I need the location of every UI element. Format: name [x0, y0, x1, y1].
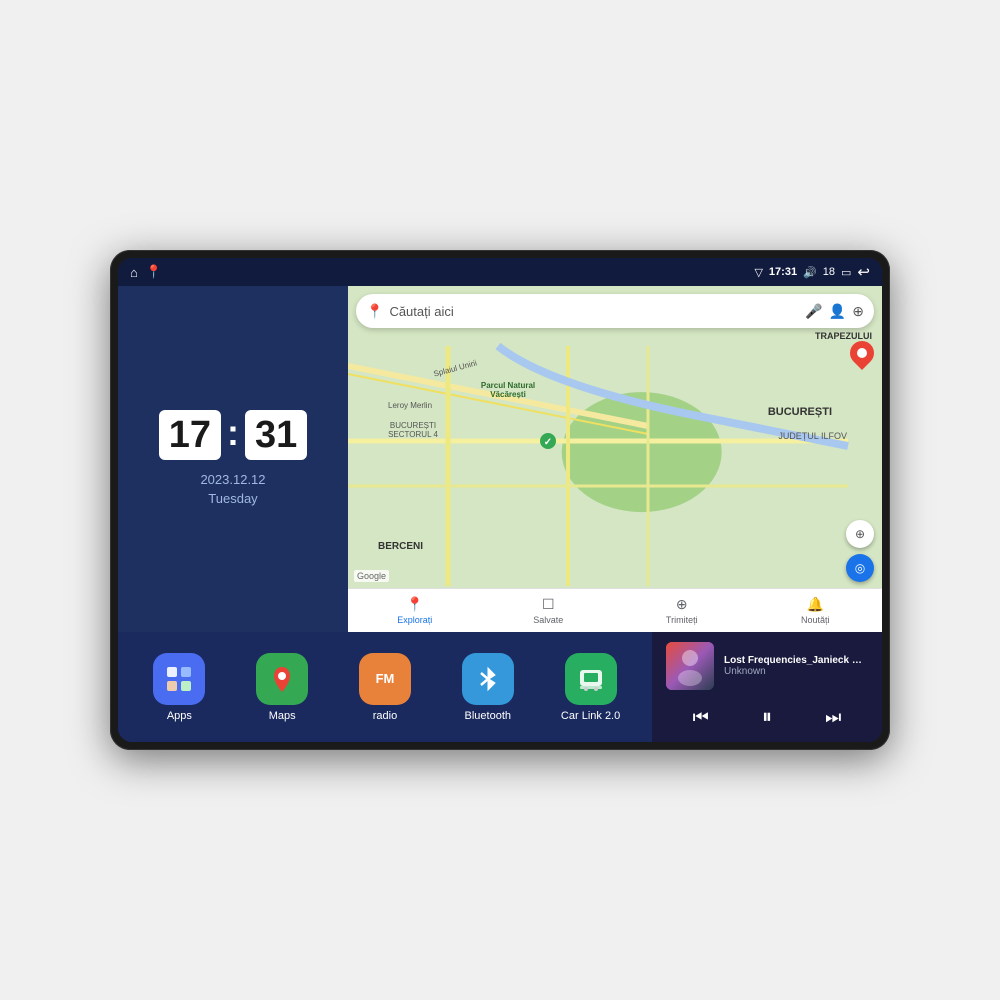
apps-label: Apps	[167, 710, 192, 722]
map-leroy-label: Leroy Merlin	[388, 401, 432, 410]
map-search-placeholder: Căutați aici	[389, 304, 799, 319]
map-search-actions: 🎤 👤 ⊕	[805, 303, 864, 320]
music-panel: Lost Frequencies_Janieck Devy-... Unknow…	[652, 632, 882, 742]
svg-text:✓: ✓	[544, 437, 552, 448]
carlink-icon-wrapper	[565, 653, 617, 705]
bottom-section: Apps Maps FM radio	[118, 632, 882, 742]
app-icon-maps[interactable]: Maps	[247, 653, 317, 722]
music-controls: ⏮ ⏸ ⏭	[666, 698, 868, 737]
noutati-label: Noutăți	[801, 615, 830, 625]
clock-display: 17 : 31	[159, 410, 308, 460]
music-artist: Unknown	[724, 666, 868, 677]
bluetooth-label: Bluetooth	[465, 710, 511, 722]
google-logo: Google	[354, 570, 389, 582]
mic-icon[interactable]: 🎤	[805, 303, 822, 320]
map-bucuresti-label: BUCUREȘTI	[768, 406, 832, 418]
salvate-label: Salvate	[533, 615, 563, 625]
main-content-area: 17 : 31 2023.12.12 Tuesday	[118, 286, 882, 742]
map-nav-noutati[interactable]: 🔔 Noutăți	[749, 589, 883, 632]
status-right-info: ▽ 17:31 🔊 18 ▭ ↩	[754, 263, 870, 281]
device-frame: ⌂ 📍 ▽ 17:31 🔊 18 ▭ ↩ 17 :	[110, 250, 890, 750]
bluetooth-icon-wrapper	[462, 653, 514, 705]
map-nav-salvate[interactable]: ☐ Salvate	[482, 589, 616, 632]
device-screen: ⌂ 📍 ▽ 17:31 🔊 18 ▭ ↩ 17 :	[118, 258, 882, 742]
music-next-button[interactable]: ⏭	[817, 703, 849, 732]
maps-label: Maps	[269, 710, 296, 722]
radio-icon-wrapper: FM	[359, 653, 411, 705]
carlink-label: Car Link 2.0	[561, 710, 620, 722]
map-panel[interactable]: ✓ UZANA TRAPEZULUI BERCENI BUCUREȘTI JUD…	[348, 286, 882, 632]
signal-icon: ▽	[754, 266, 762, 279]
account-icon[interactable]: 👤	[829, 303, 846, 320]
map-nav-trimiteti[interactable]: ⊕ Trimiteți	[615, 589, 749, 632]
status-bar: ⌂ 📍 ▽ 17:31 🔊 18 ▭ ↩	[118, 258, 882, 286]
map-ilfov-label: JUDEȚUL ILFOV	[778, 431, 847, 441]
app-icons-row: Apps Maps FM radio	[118, 632, 652, 742]
back-icon[interactable]: ↩	[857, 263, 870, 281]
clock-colon: :	[227, 412, 239, 454]
app-icon-carlink[interactable]: Car Link 2.0	[556, 653, 626, 722]
map-search-bar[interactable]: 📍 Căutați aici 🎤 👤 ⊕	[356, 294, 874, 328]
status-left-icons: ⌂ 📍	[130, 264, 162, 280]
map-locate-btn[interactable]: ◎	[846, 554, 874, 582]
music-prev-button[interactable]: ⏮	[685, 703, 717, 732]
maps-status-icon[interactable]: 📍	[146, 264, 162, 280]
time-display: 17:31	[769, 266, 797, 278]
battery-icon: ▭	[841, 266, 851, 279]
map-trapezului-label: TRAPEZULUI	[815, 331, 872, 341]
clock-panel: 17 : 31 2023.12.12 Tuesday	[118, 286, 348, 632]
layers-icon[interactable]: ⊕	[852, 303, 864, 320]
top-section: 17 : 31 2023.12.12 Tuesday	[118, 286, 882, 632]
trimiteti-label: Trimiteți	[666, 615, 698, 625]
maps-pin-icon: 📍	[366, 303, 383, 320]
map-bottom-nav: 📍 Explorați ☐ Salvate ⊕ Trimiteți 🔔	[348, 588, 882, 632]
map-background: ✓ UZANA TRAPEZULUI BERCENI BUCUREȘTI JUD…	[348, 286, 882, 632]
album-art-image	[666, 642, 714, 690]
home-icon[interactable]: ⌂	[130, 265, 138, 280]
map-nav-explorati[interactable]: 📍 Explorați	[348, 589, 482, 632]
app-icon-bluetooth[interactable]: Bluetooth	[453, 653, 523, 722]
music-info-row: Lost Frequencies_Janieck Devy-... Unknow…	[666, 642, 868, 690]
map-sector4-label: BUCUREȘTI SECTORUL 4	[378, 421, 448, 439]
map-compass-btn[interactable]: ⊕	[846, 520, 874, 548]
volume-icon: 🔊	[803, 266, 817, 279]
map-berceni-label: BERCENI	[378, 541, 423, 552]
map-parcul-label: Parcul Natural Văcărești	[468, 381, 548, 399]
noutati-icon: 🔔	[807, 596, 824, 613]
music-play-pause-button[interactable]: ⏸	[754, 702, 780, 733]
music-text-info: Lost Frequencies_Janieck Devy-... Unknow…	[724, 655, 868, 677]
volume-level: 18	[823, 266, 835, 278]
clock-hours: 17	[159, 410, 221, 460]
music-album-art	[666, 642, 714, 690]
clock-date: 2023.12.12 Tuesday	[200, 470, 265, 509]
music-title: Lost Frequencies_Janieck Devy-...	[724, 655, 868, 666]
apps-icon-wrapper	[153, 653, 205, 705]
radio-label: radio	[373, 710, 397, 722]
maps-icon-wrapper	[256, 653, 308, 705]
trimiteti-icon: ⊕	[676, 596, 688, 613]
clock-minutes: 31	[245, 410, 307, 460]
explorati-label: Explorați	[397, 615, 432, 625]
app-icon-radio[interactable]: FM radio	[350, 653, 420, 722]
app-icon-apps[interactable]: Apps	[144, 653, 214, 722]
explorati-icon: 📍	[406, 596, 423, 613]
map-fab-buttons: ⊕ ◎	[846, 520, 874, 582]
salvate-icon: ☐	[542, 596, 555, 613]
